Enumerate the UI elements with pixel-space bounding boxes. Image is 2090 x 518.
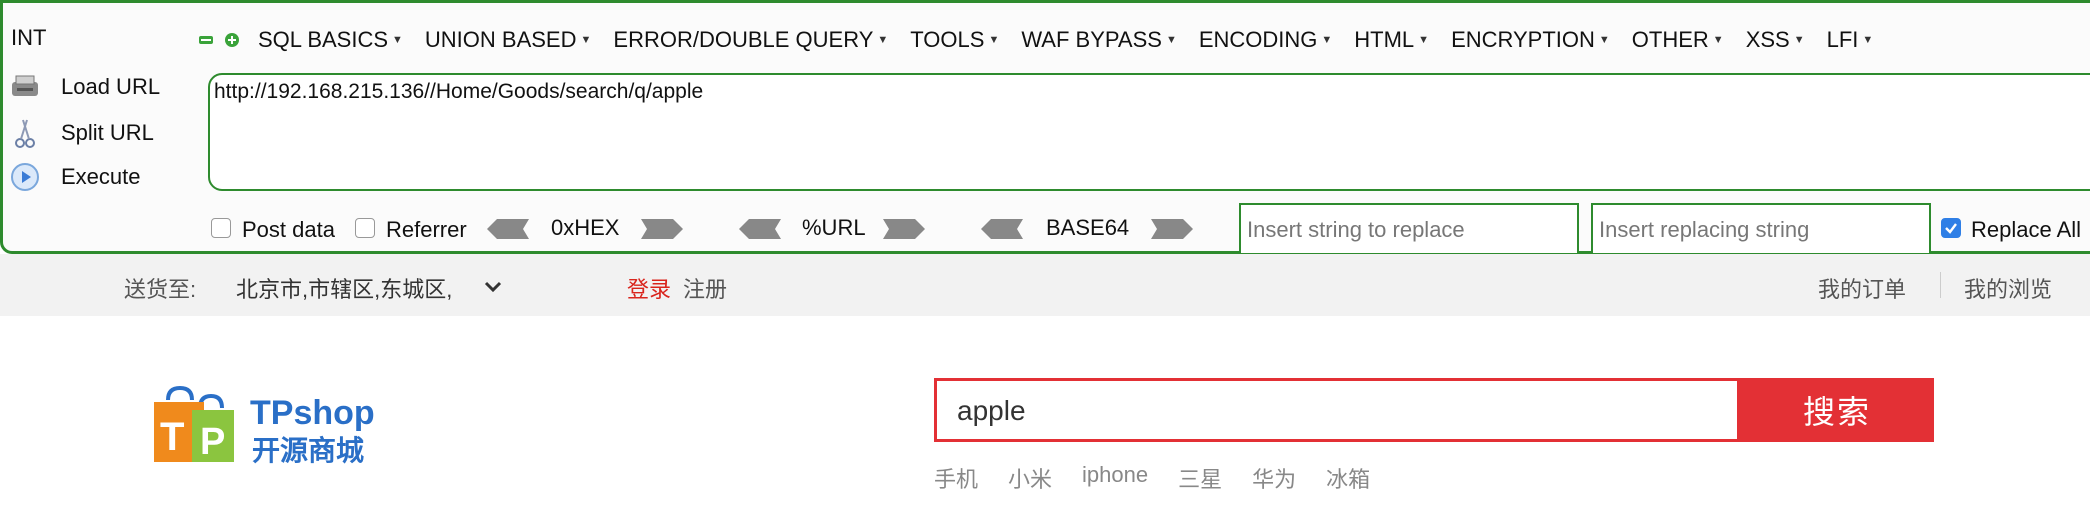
play-icon <box>9 161 41 193</box>
options-row: Post data Referrer 0xHEX %URL BASE64 Ins… <box>3 203 2090 255</box>
hex-label: 0xHEX <box>551 215 620 240</box>
location-selector[interactable]: 北京市,市辖区,东城区, <box>236 272 452 304</box>
hot-keyword-link[interactable]: 三星 <box>1178 462 1222 494</box>
execute-button[interactable]: Execute <box>9 161 141 193</box>
base64-decode-arrow-icon[interactable] <box>977 215 1025 243</box>
base64-encode-arrow-icon[interactable] <box>1149 215 1197 243</box>
search-input[interactable]: apple <box>934 378 1740 442</box>
post-data-label: Post data <box>242 217 335 242</box>
caret-down-icon: ▼ <box>1165 34 1177 46</box>
menu-html[interactable]: HTML ▼ <box>1354 27 1429 53</box>
caret-down-icon: ▼ <box>580 34 592 46</box>
caret-down-icon: ▼ <box>392 34 403 46</box>
hackbar-menu: SQL BASICS ▼ UNION BASED ▼ ERROR/DOUBLE QU… <box>198 23 1895 57</box>
url-encode-arrow-icon[interactable] <box>881 215 929 243</box>
int-label: INT <box>11 25 47 50</box>
replace-string-input[interactable]: Insert string to replace <box>1239 203 1579 255</box>
checkmark-icon <box>1945 223 1957 234</box>
menu-encoding[interactable]: ENCODING ▼ <box>1199 27 1332 53</box>
tpshop-logo[interactable]: T P TPshop 开源商城 <box>152 385 402 468</box>
menu-waf-bypass[interactable]: WAF BYPASS ▼ <box>1021 27 1176 53</box>
my-history-link[interactable]: 我的浏览 <box>1964 272 2052 304</box>
caret-down-icon: ▼ <box>877 34 889 46</box>
load-url-label: Load URL <box>61 74 161 99</box>
chevron-down-icon[interactable] <box>484 274 502 300</box>
url-label: %URL <box>802 215 866 240</box>
split-url-label: Split URL <box>61 120 154 145</box>
referrer-checkbox[interactable] <box>355 218 375 238</box>
my-orders-link[interactable]: 我的订单 <box>1818 272 1906 304</box>
replace-all-checkbox[interactable] <box>1941 218 1961 238</box>
replace-placeholder: Insert string to replace <box>1247 217 1465 242</box>
base64-label: BASE64 <box>1046 215 1130 240</box>
scissors-icon <box>9 117 41 149</box>
register-link[interactable]: 注册 <box>683 272 727 304</box>
menu-lfi[interactable]: LFI ▼ <box>1827 27 1874 53</box>
menu-other[interactable]: OTHER ▼ <box>1632 27 1724 53</box>
divider <box>1940 272 1941 298</box>
url-decode-arrow-icon[interactable] <box>735 215 783 243</box>
hex-decode-arrow-icon[interactable] <box>483 215 531 243</box>
minus-icon[interactable] <box>198 32 214 48</box>
svg-text:开源商城: 开源商城 <box>252 434 364 467</box>
hackbar-panel: INT SQL BASICS ▼ UNION BASED ▼ ERROR/DOUBL… <box>0 0 2090 255</box>
hot-keyword-link[interactable]: 小米 <box>1008 462 1052 494</box>
menu-sql-basics[interactable]: SQL BASICS ▼ <box>258 27 403 53</box>
url-value: http://192.168.215.136//Home/Goods/searc… <box>214 80 704 103</box>
hot-keyword-link[interactable]: 手机 <box>934 462 978 494</box>
replace-all-label: Replace All <box>1971 217 2082 242</box>
replacing-string-input[interactable]: Insert replacing string <box>1591 203 1931 255</box>
caret-down-icon: ▼ <box>1321 34 1333 46</box>
caret-down-icon: ▼ <box>1862 34 1874 46</box>
execute-label: Execute <box>61 164 141 189</box>
site-top-bar: 送货至: 北京市,市辖区,东城区, 登录 注册 我的订单 我的浏览 <box>0 254 2090 316</box>
plus-icon[interactable] <box>224 32 240 48</box>
caret-down-icon: ▼ <box>1793 34 1805 46</box>
hot-keywords: 手机 小米 iphone 三星 华为 冰箱 <box>934 462 1370 494</box>
search-value: apple <box>957 395 1026 426</box>
menu-error-double-query[interactable]: ERROR/DOUBLE QUERY ▼ <box>613 27 888 53</box>
split-url-button[interactable]: Split URL <box>9 117 154 149</box>
svg-text:T: T <box>160 415 184 459</box>
search-button[interactable]: 搜索 <box>1740 378 1934 442</box>
caret-down-icon: ▼ <box>1712 34 1724 46</box>
post-data-checkbox[interactable] <box>211 218 231 238</box>
load-url-button[interactable]: Load URL <box>9 71 160 103</box>
svg-text:P: P <box>200 421 225 463</box>
menu-tools[interactable]: TOOLS ▼ <box>910 27 999 53</box>
url-textarea[interactable]: http://192.168.215.136//Home/Goods/searc… <box>208 73 2090 191</box>
hot-keyword-link[interactable]: 冰箱 <box>1326 462 1370 494</box>
menu-union-based[interactable]: UNION BASED ▼ <box>425 27 591 53</box>
menu-xss[interactable]: XSS ▼ <box>1746 27 1805 53</box>
caret-down-icon: ▼ <box>1418 34 1430 46</box>
login-link[interactable]: 登录 <box>627 272 671 304</box>
caret-down-icon: ▼ <box>988 34 1000 46</box>
referrer-label: Referrer <box>386 217 467 242</box>
replacing-placeholder: Insert replacing string <box>1599 217 1810 242</box>
caret-down-icon: ▼ <box>1598 34 1610 46</box>
menu-encryption[interactable]: ENCRYPTION ▼ <box>1451 27 1610 53</box>
hex-encode-arrow-icon[interactable] <box>639 215 687 243</box>
hot-keyword-link[interactable]: iphone <box>1082 462 1148 494</box>
load-url-icon <box>9 71 41 103</box>
hot-keyword-link[interactable]: 华为 <box>1252 462 1296 494</box>
ship-to-label: 送货至: <box>124 277 197 302</box>
svg-text:TPshop: TPshop <box>250 394 375 432</box>
